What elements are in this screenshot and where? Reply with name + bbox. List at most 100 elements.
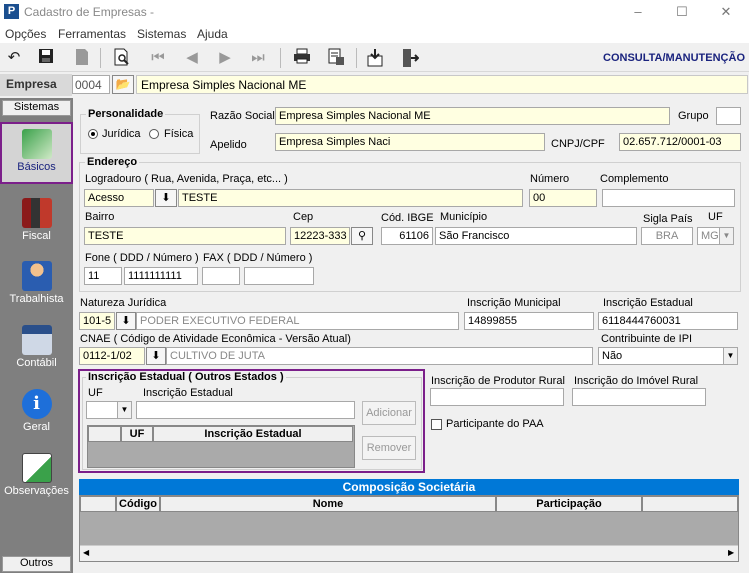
undo-icon[interactable]: ↶ [4, 48, 24, 68]
empresa-name-field[interactable]: Empresa Simples Nacional ME [136, 75, 748, 94]
ipi-select[interactable]: Não ▼ [598, 347, 738, 365]
sidebar-item-label: Observações [4, 485, 69, 497]
report-icon[interactable] [326, 48, 346, 68]
paa-label: Participante do PAA [446, 418, 544, 430]
insc-estadual-label: Inscrição Estadual [603, 297, 693, 309]
natureza-desc-field[interactable]: PODER EXECUTIVO FEDERAL [136, 312, 459, 330]
natureza-label: Natureza Jurídica [80, 297, 167, 309]
grid-col-inscricao: Inscrição Estadual [153, 426, 353, 442]
menu-opcoes[interactable]: Opções [5, 27, 46, 41]
cnpj-field[interactable]: 02.657.712/0001-03 [619, 133, 741, 151]
empresa-code-field[interactable]: 0004 [72, 75, 110, 94]
adicionar-button[interactable]: Adicionar [362, 401, 416, 425]
razao-social-field[interactable]: Empresa Simples Nacional ME [275, 107, 670, 125]
uf-value: MG [701, 230, 719, 242]
insc-municipal-label: Inscrição Municipal [467, 297, 561, 309]
sidebar-sistemas-header[interactable]: Sistemas [2, 100, 71, 116]
sidebar-item-contabil[interactable]: Contábil [0, 320, 73, 382]
chevron-down-icon[interactable]: ▼ [117, 402, 131, 418]
info-icon: i [21, 389, 52, 419]
mode-label: CONSULTA/MANUTENÇÃO [603, 52, 745, 64]
logradouro-tipo-field[interactable]: Acesso [84, 189, 154, 207]
menu-ajuda[interactable]: Ajuda [197, 27, 228, 41]
empresa-label: Empresa [0, 74, 72, 96]
last-record-icon: ⏭ [251, 49, 265, 66]
uf-select[interactable]: MG ▼ [697, 227, 734, 245]
insc-estadual-field[interactable]: 6118444760031 [598, 312, 738, 330]
logradouro-field[interactable]: TESTE [178, 189, 523, 207]
chevron-down-icon[interactable]: ▼ [723, 348, 737, 364]
cnae-lookup-button[interactable]: ⬇ [146, 347, 166, 365]
cnae-label: CNAE ( Código de Atividade Econômica - V… [80, 333, 351, 345]
sigla-pais-label: Sigla País [643, 213, 693, 225]
exit-icon[interactable] [400, 48, 420, 68]
cep-field[interactable]: 12223-333 [290, 227, 350, 245]
print-icon[interactable] [292, 48, 312, 68]
natureza-code-field[interactable]: 101-5 [79, 312, 115, 330]
scroll-right-icon[interactable]: ▶ [728, 548, 734, 557]
imovel-rural-field[interactable] [572, 388, 706, 406]
apelido-field[interactable]: Empresa Simples Naci [275, 133, 545, 151]
sidebar-item-geral[interactable]: i Geral [0, 384, 73, 446]
open-folder-button[interactable]: 📂 [112, 75, 134, 94]
sidebar-item-label: Trabalhista [9, 293, 64, 305]
sidebar-outros-header[interactable]: Outros [2, 556, 71, 572]
close-button[interactable]: ✕ [716, 3, 736, 21]
municipio-label: Município [440, 211, 488, 223]
remover-button[interactable]: Remover [362, 436, 416, 460]
outros-insc-field[interactable] [136, 401, 355, 419]
minimize-button[interactable]: – [628, 3, 648, 21]
chevron-down-icon[interactable]: ▼ [719, 228, 733, 244]
sidebar-item-trabalhista[interactable]: Trabalhista [0, 256, 73, 318]
fax-numero-field[interactable] [244, 267, 314, 285]
outros-uf-select[interactable]: ▼ [86, 401, 132, 419]
grupo-field[interactable] [716, 107, 741, 125]
sidebar-item-fiscal[interactable]: Fiscal [0, 193, 73, 255]
grid-col-blank [88, 426, 121, 442]
apelido-label: Apelido [210, 139, 247, 151]
cnae-desc-field[interactable]: CULTIVO DE JUTA [166, 347, 593, 365]
natureza-lookup-button[interactable]: ⬇ [116, 312, 136, 330]
logradouro-lookup-button[interactable]: ⬇ [155, 189, 177, 207]
comp-col-participacao: Participação [496, 496, 642, 512]
save-icon[interactable] [36, 48, 56, 68]
next-record-icon: ▶ [219, 49, 231, 66]
toolbar-separator [280, 48, 281, 68]
juridica-label: Jurídica [102, 128, 141, 140]
horizontal-scrollbar[interactable] [80, 545, 738, 561]
scroll-left-icon[interactable]: ◀ [83, 548, 89, 557]
ibge-field[interactable]: 61106 [381, 227, 433, 245]
menu-sistemas[interactable]: Sistemas [137, 27, 186, 41]
fone-numero-field[interactable]: 1111111111 [124, 267, 198, 285]
sidebar-item-basicos[interactable]: Básicos [0, 122, 73, 184]
sidebar-item-observacoes[interactable]: Observações [0, 448, 73, 510]
binoculars-search-icon[interactable]: ⚲ [351, 227, 373, 245]
fax-ddd-field[interactable] [202, 267, 240, 285]
fisica-radio[interactable] [149, 129, 159, 139]
fone-ddd-field[interactable]: 11 [84, 267, 122, 285]
outros-insc-label: Inscrição Estadual [143, 387, 233, 399]
cnae-code-field[interactable]: 0112-1/02 [79, 347, 145, 365]
delete-page-icon [72, 48, 92, 68]
sigla-pais-field[interactable]: BRA [641, 227, 693, 245]
paa-checkbox[interactable] [431, 419, 442, 430]
produtor-rural-field[interactable] [430, 388, 564, 406]
insc-municipal-field[interactable]: 14899855 [464, 312, 594, 330]
maximize-button[interactable]: ☐ [672, 3, 692, 21]
import-icon[interactable] [366, 48, 386, 68]
uf-label: UF [708, 211, 723, 223]
toolbar-separator [100, 48, 101, 68]
bairro-label: Bairro [85, 211, 115, 223]
razao-social-label: Razão Social [210, 110, 275, 122]
menu-ferramentas[interactable]: Ferramentas [58, 27, 126, 41]
print-preview-icon[interactable] [112, 48, 132, 68]
juridica-radio[interactable] [88, 129, 98, 139]
ibge-label: Cód. IBGE [381, 212, 434, 224]
endereco-title: Endereço [85, 156, 140, 168]
numero-field[interactable]: 00 [529, 189, 597, 207]
fax-label: FAX ( DDD / Número ) [203, 252, 313, 264]
complemento-field[interactable] [602, 189, 735, 207]
bairro-field[interactable]: TESTE [84, 227, 286, 245]
previous-record-icon: ◀ [186, 49, 198, 66]
municipio-field[interactable]: São Francisco [435, 227, 637, 245]
